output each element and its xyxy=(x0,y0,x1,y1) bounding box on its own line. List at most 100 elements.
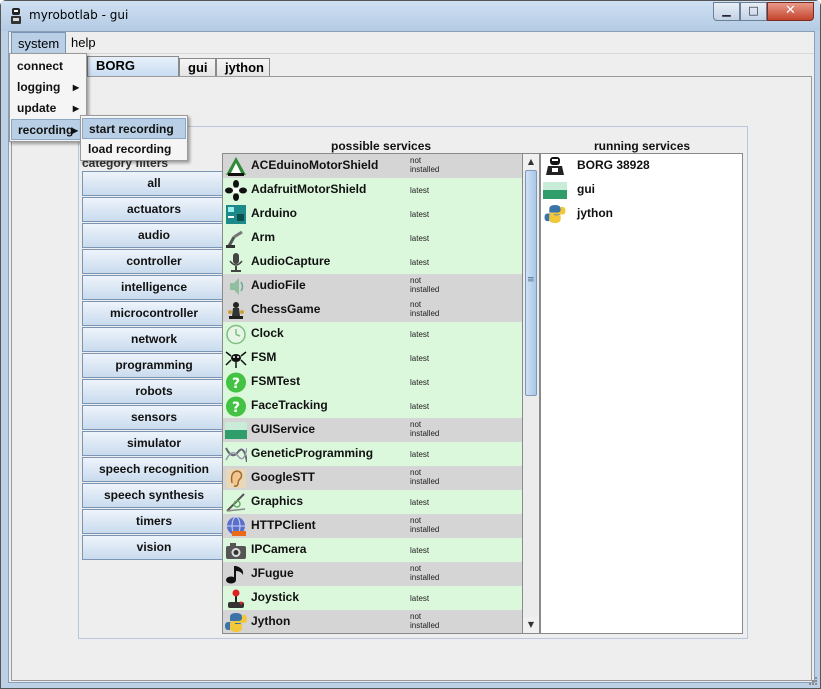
category-all-button[interactable]: all xyxy=(82,171,226,196)
tab-jython[interactable]: jython xyxy=(216,58,270,78)
running-services-header: running services xyxy=(594,139,691,153)
service-name: FSM xyxy=(251,350,277,364)
service-row-joystick[interactable]: Joystick latest xyxy=(223,586,522,610)
running-services-list[interactable]: BORG 38928 gui jython xyxy=(540,153,743,634)
tab-borg[interactable]: BORG 38928 xyxy=(87,56,179,91)
http-icon xyxy=(227,516,246,536)
category-controller-button[interactable]: controller xyxy=(82,249,226,274)
service-row-chessgame[interactable]: ChessGame not installed xyxy=(223,298,522,322)
service-status: latest xyxy=(410,234,430,243)
services-scrollbar[interactable]: ▲ ≡ ▼ xyxy=(523,153,540,634)
service-row-arm[interactable]: Arm latest xyxy=(223,226,522,250)
system-menu-popup: connect logging ▶ update ▶ recording ▶ xyxy=(9,53,87,142)
menu-item-label: update xyxy=(17,101,57,115)
service-name: GUIService xyxy=(251,422,316,436)
service-status: not installed xyxy=(410,420,440,438)
running-row-borg[interactable]: BORG 38928 xyxy=(541,154,741,178)
service-name: Arduino xyxy=(251,206,297,220)
menu-item-connect[interactable]: connect xyxy=(11,56,85,77)
running-service-name: gui xyxy=(577,182,595,196)
menu-help[interactable]: help xyxy=(65,32,102,54)
recording-submenu-popup: start recording load recording xyxy=(80,115,188,161)
audio-file-icon xyxy=(230,278,244,295)
submenu-arrow-icon: ▶ xyxy=(71,126,78,135)
joystick-icon xyxy=(228,589,244,608)
category-timers-button[interactable]: timers xyxy=(82,509,226,534)
title-bar[interactable]: myrobotlab - gui ▁ □ ✕ xyxy=(1,1,820,31)
running-row-jython[interactable]: jython xyxy=(541,202,741,226)
aceduino-icon xyxy=(226,157,246,176)
maximize-button[interactable]: □ xyxy=(740,2,767,21)
service-row-audiocapture[interactable]: AudioCapture latest xyxy=(223,250,522,274)
scroll-up-button[interactable]: ▲ xyxy=(523,154,539,170)
scroll-down-button[interactable]: ▼ xyxy=(523,617,539,633)
menu-item-recording[interactable]: recording ▶ xyxy=(11,119,85,140)
category-vision-button[interactable]: vision xyxy=(82,535,226,560)
category-robots-button[interactable]: robots xyxy=(82,379,226,404)
service-status: latest xyxy=(410,594,430,603)
menu-item-logging[interactable]: logging ▶ xyxy=(11,77,85,98)
question-icon: ? xyxy=(226,372,246,393)
service-status: latest xyxy=(410,378,430,387)
service-row-jfugue[interactable]: JFugue not installed xyxy=(223,562,522,586)
service-row-geneticprogramming[interactable]: GeneticProgramming latest xyxy=(223,442,522,466)
menu-item-label: logging xyxy=(17,80,61,94)
arm-icon xyxy=(226,230,243,248)
category-simulator-button[interactable]: simulator xyxy=(82,431,226,456)
window-title: myrobotlab - gui xyxy=(29,8,129,22)
category-intelligence-button[interactable]: intelligence xyxy=(82,275,226,300)
service-name: ACEduinoMotorShield xyxy=(251,158,379,172)
service-row-audiofile[interactable]: AudioFile not installed xyxy=(223,274,522,298)
service-row-arduino[interactable]: Arduino latest xyxy=(223,202,522,226)
service-name: Graphics xyxy=(251,494,304,508)
resize-grip-icon[interactable] xyxy=(808,676,818,686)
service-row-guiservice[interactable]: GUIService not installed xyxy=(223,418,522,442)
arduino-icon xyxy=(226,205,246,224)
service-status: not installed xyxy=(410,276,440,294)
service-name: AudioFile xyxy=(251,278,306,292)
category-network-button[interactable]: network xyxy=(82,327,226,352)
service-row-fsmtest[interactable]: ? FSMTest latest xyxy=(223,370,522,394)
service-row-fsm[interactable]: FSM latest xyxy=(223,346,522,370)
service-row-jython[interactable]: Jython not installed xyxy=(223,610,522,633)
possible-services-list[interactable]: ACEduinoMotorShield not installed Adafrui… xyxy=(222,153,523,634)
service-name: Arm xyxy=(251,230,276,244)
service-row-aceduinomotorshield[interactable]: ACEduinoMotorShield not installed xyxy=(223,154,522,178)
close-button[interactable]: ✕ xyxy=(767,2,814,21)
service-name: IPCamera xyxy=(251,542,307,556)
service-status: not installed xyxy=(410,564,440,582)
running-row-gui[interactable]: gui xyxy=(541,178,741,202)
graphics-icon xyxy=(226,493,246,512)
service-row-httpclient[interactable]: HTTPClient not installed xyxy=(223,514,522,538)
service-row-ipcamera[interactable]: IPCamera latest xyxy=(223,538,522,562)
app-window: myrobotlab - gui ▁ □ ✕ system help BORG … xyxy=(0,0,821,689)
service-name: Clock xyxy=(251,326,284,340)
gui-icon xyxy=(543,182,567,199)
minimize-button[interactable]: ▁ xyxy=(713,2,740,21)
service-status: latest xyxy=(410,354,430,363)
menu-item-start-recording[interactable]: start recording xyxy=(82,118,186,139)
service-name: GeneticProgramming xyxy=(251,446,374,460)
service-row-facetracking[interactable]: ? FaceTracking latest xyxy=(223,394,522,418)
service-row-graphics[interactable]: Graphics latest xyxy=(223,490,522,514)
category-audio-button[interactable]: audio xyxy=(82,223,226,248)
scroll-thumb[interactable]: ≡ xyxy=(525,170,537,396)
camera-icon xyxy=(226,543,246,559)
service-status: latest xyxy=(410,546,430,555)
menu-system[interactable]: system xyxy=(11,32,67,54)
category-sensors-button[interactable]: sensors xyxy=(82,405,226,430)
service-row-googlestt[interactable]: GoogleSTT not installed xyxy=(223,466,522,490)
service-row-clock[interactable]: Clock latest xyxy=(223,322,522,346)
menu-item-load-recording[interactable]: load recording xyxy=(82,139,186,160)
service-status: not installed xyxy=(410,300,440,318)
svg-text:?: ? xyxy=(232,376,240,392)
menu-item-update[interactable]: update ▶ xyxy=(11,98,85,119)
category-microcontroller-button[interactable]: microcontroller xyxy=(82,301,226,326)
category-speech-synthesis-button[interactable]: speech synthesis xyxy=(82,483,226,508)
tab-gui[interactable]: gui xyxy=(179,58,216,78)
service-row-adafruitmotorshield[interactable]: AdafruitMotorShield latest xyxy=(223,178,522,202)
category-speech-recognition-button[interactable]: speech recognition xyxy=(82,457,226,482)
service-status: not installed xyxy=(410,156,440,174)
category-programming-button[interactable]: programming xyxy=(82,353,226,378)
category-actuators-button[interactable]: actuators xyxy=(82,197,226,222)
